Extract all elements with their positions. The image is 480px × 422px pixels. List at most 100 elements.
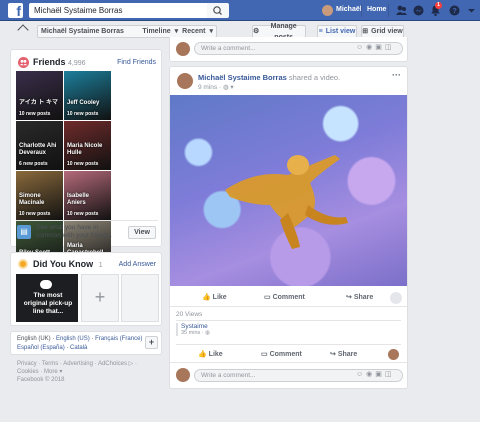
list-icon: ≡ bbox=[318, 28, 323, 35]
user-profile-link[interactable]: Michaël bbox=[336, 6, 362, 13]
friend-tile[interactable]: Jeff Cooley 10 new posts bbox=[64, 71, 111, 120]
post-author-link[interactable]: Michaël Systaime Borras bbox=[198, 73, 287, 82]
like-button[interactable]: 👍 Like bbox=[198, 350, 223, 358]
footer-more-link[interactable]: More bbox=[44, 369, 58, 375]
thumbs-up-icon: 👍 bbox=[202, 294, 211, 301]
footer-advertising-link[interactable]: Advertising bbox=[63, 361, 93, 367]
home-link[interactable]: Home bbox=[367, 6, 386, 13]
find-friends-link[interactable]: Find Friends bbox=[117, 59, 156, 66]
friend-name[interactable]: Jeff Cooley bbox=[67, 100, 109, 107]
share-audience-avatar[interactable] bbox=[388, 349, 399, 360]
svg-text:?: ? bbox=[452, 6, 457, 15]
search-button[interactable] bbox=[207, 3, 229, 18]
add-answer-link[interactable]: Add Answer bbox=[119, 261, 156, 268]
globe-icon: ◍ bbox=[205, 330, 210, 336]
privacy-globe-icon[interactable]: ◍ bbox=[223, 84, 229, 91]
friend-tile[interactable]: Simone Macinale 10 new posts bbox=[16, 171, 63, 220]
footer-privacy-link[interactable]: Privacy bbox=[17, 361, 37, 367]
chevron-down-icon: ▾ bbox=[59, 369, 63, 375]
friends-count: 4,996 bbox=[68, 60, 86, 67]
comment-bubble-icon: ▭ bbox=[264, 294, 271, 301]
language-francais[interactable]: Français (France) bbox=[95, 336, 142, 342]
divider bbox=[176, 320, 401, 321]
video-player[interactable] bbox=[170, 95, 407, 286]
facebook-logo[interactable]: f bbox=[8, 3, 23, 18]
language-catala[interactable]: Català bbox=[70, 345, 87, 351]
did-you-know-count: 1 bbox=[98, 262, 103, 269]
gif-icon[interactable]: ▣ bbox=[375, 44, 385, 51]
languages-card: English (UK) · English (US) · Français (… bbox=[10, 331, 162, 355]
share-audience-avatar[interactable] bbox=[390, 292, 402, 304]
friend-tile[interactable]: Isabelle Aniers 10 new posts bbox=[64, 171, 111, 220]
friend-new-posts: 10 new posts bbox=[67, 161, 99, 167]
divider bbox=[176, 344, 401, 345]
comment-button[interactable]: ▭ Comment bbox=[261, 350, 302, 358]
divider bbox=[388, 4, 389, 17]
footer-adchoices-link[interactable]: AdChoices bbox=[98, 361, 127, 367]
footer-terms-link[interactable]: Terms bbox=[42, 361, 58, 367]
timeline-label[interactable]: Timeline bbox=[142, 26, 170, 37]
did-you-know-answer-card[interactable]: The most original pick-up line that... bbox=[16, 274, 78, 322]
sticker-icon[interactable]: ◫ bbox=[385, 44, 395, 51]
view-common-button[interactable]: View bbox=[128, 226, 156, 239]
friends-title[interactable]: Friends 4,996 bbox=[33, 57, 86, 67]
friend-name[interactable]: Isabelle Aniers bbox=[67, 193, 109, 207]
divider bbox=[361, 4, 362, 17]
friend-name[interactable]: アイカ ト キマ bbox=[19, 100, 61, 107]
camera-icon[interactable]: ◉ bbox=[366, 44, 375, 51]
did-you-know-card: Did You Know 1 Add Answer The most origi… bbox=[10, 252, 162, 326]
list-view-label: List view bbox=[325, 28, 356, 35]
friend-tile[interactable]: Charlotte Ahi Deveraux 6 new posts bbox=[16, 121, 63, 170]
emoji-icon[interactable]: ☺ bbox=[356, 44, 366, 51]
comment-bubble-icon: ▭ bbox=[261, 351, 268, 358]
messenger-icon[interactable] bbox=[412, 4, 425, 17]
recent-label[interactable]: Recent bbox=[182, 26, 205, 37]
friend-tile[interactable]: Maria Nicole Hulle 10 new posts bbox=[64, 121, 111, 170]
gif-icon[interactable]: ▣ bbox=[375, 371, 385, 378]
language-english-uk[interactable]: English (UK) bbox=[17, 336, 51, 342]
post-author-avatar[interactable] bbox=[177, 73, 193, 89]
emoji-icon[interactable]: ☺ bbox=[356, 371, 366, 378]
friends-title-text: Friends bbox=[33, 57, 66, 67]
speech-bubble-icon bbox=[40, 280, 52, 289]
post-timestamp[interactable]: 9 mins bbox=[198, 84, 217, 91]
post-actions-bar: 👍 Like ▭ Comment ↪ Share bbox=[170, 289, 407, 307]
friends-card: Friends 4,996 Find Friends アイカ ト キマ 10 ne… bbox=[10, 49, 162, 320]
friend-name[interactable]: Charlotte Ahi Deveraux bbox=[19, 143, 61, 157]
share-arrow-icon: ↪ bbox=[330, 351, 336, 358]
commenter-name[interactable]: Systaime bbox=[181, 323, 210, 330]
camera-icon[interactable]: ◉ bbox=[366, 371, 375, 378]
more-languages-button[interactable]: + bbox=[145, 336, 158, 349]
divider bbox=[16, 220, 158, 221]
commenter-avatar bbox=[176, 42, 190, 56]
like-button[interactable]: 👍 Like bbox=[202, 293, 227, 301]
friend-requests-icon[interactable] bbox=[395, 4, 408, 17]
previous-post-comment-card: Write a comment... ☺◉▣◫ bbox=[169, 37, 408, 62]
account-menu-icon[interactable] bbox=[465, 4, 478, 17]
share-button[interactable]: ↪ Share bbox=[346, 293, 373, 301]
share-button[interactable]: ↪ Share bbox=[330, 350, 357, 358]
search-input[interactable] bbox=[29, 3, 207, 18]
common-friends-icon: ▤ bbox=[17, 225, 31, 239]
friend-name[interactable]: Simone Macinale bbox=[19, 193, 61, 207]
commenter-avatar bbox=[176, 368, 190, 382]
post-options-button[interactable]: ··· bbox=[392, 70, 401, 80]
language-english-us[interactable]: English (US) bbox=[56, 336, 90, 342]
post-action-text: shared a video. bbox=[288, 73, 341, 82]
user-avatar[interactable] bbox=[322, 5, 333, 16]
language-espanol[interactable]: Español (España) bbox=[17, 345, 65, 351]
add-answer-tile[interactable]: + bbox=[81, 274, 119, 322]
footer-cookies-link[interactable]: Cookies bbox=[17, 369, 39, 375]
friend-tile[interactable]: アイカ ト キマ 10 new posts bbox=[16, 71, 63, 120]
comment-button[interactable]: ▭ Comment bbox=[264, 293, 305, 301]
help-icon[interactable]: ? bbox=[448, 4, 461, 17]
adchoices-icon: ▷ bbox=[128, 361, 134, 367]
footer-copyright: Facebook © 2018 bbox=[17, 377, 65, 383]
friend-name[interactable]: Maria Nicole Hulle bbox=[67, 143, 109, 157]
comment-emoji-icons: ☺◉▣◫ bbox=[356, 370, 395, 378]
top-navigation-bar: f Michaël Home 1 ? bbox=[0, 0, 480, 21]
friends-icon bbox=[18, 57, 29, 68]
footer-links: Privacy · Terms · Advertising · AdChoice… bbox=[17, 361, 137, 375]
sticker-icon[interactable]: ◫ bbox=[385, 371, 395, 378]
grid-icon: ⊞ bbox=[362, 28, 369, 35]
